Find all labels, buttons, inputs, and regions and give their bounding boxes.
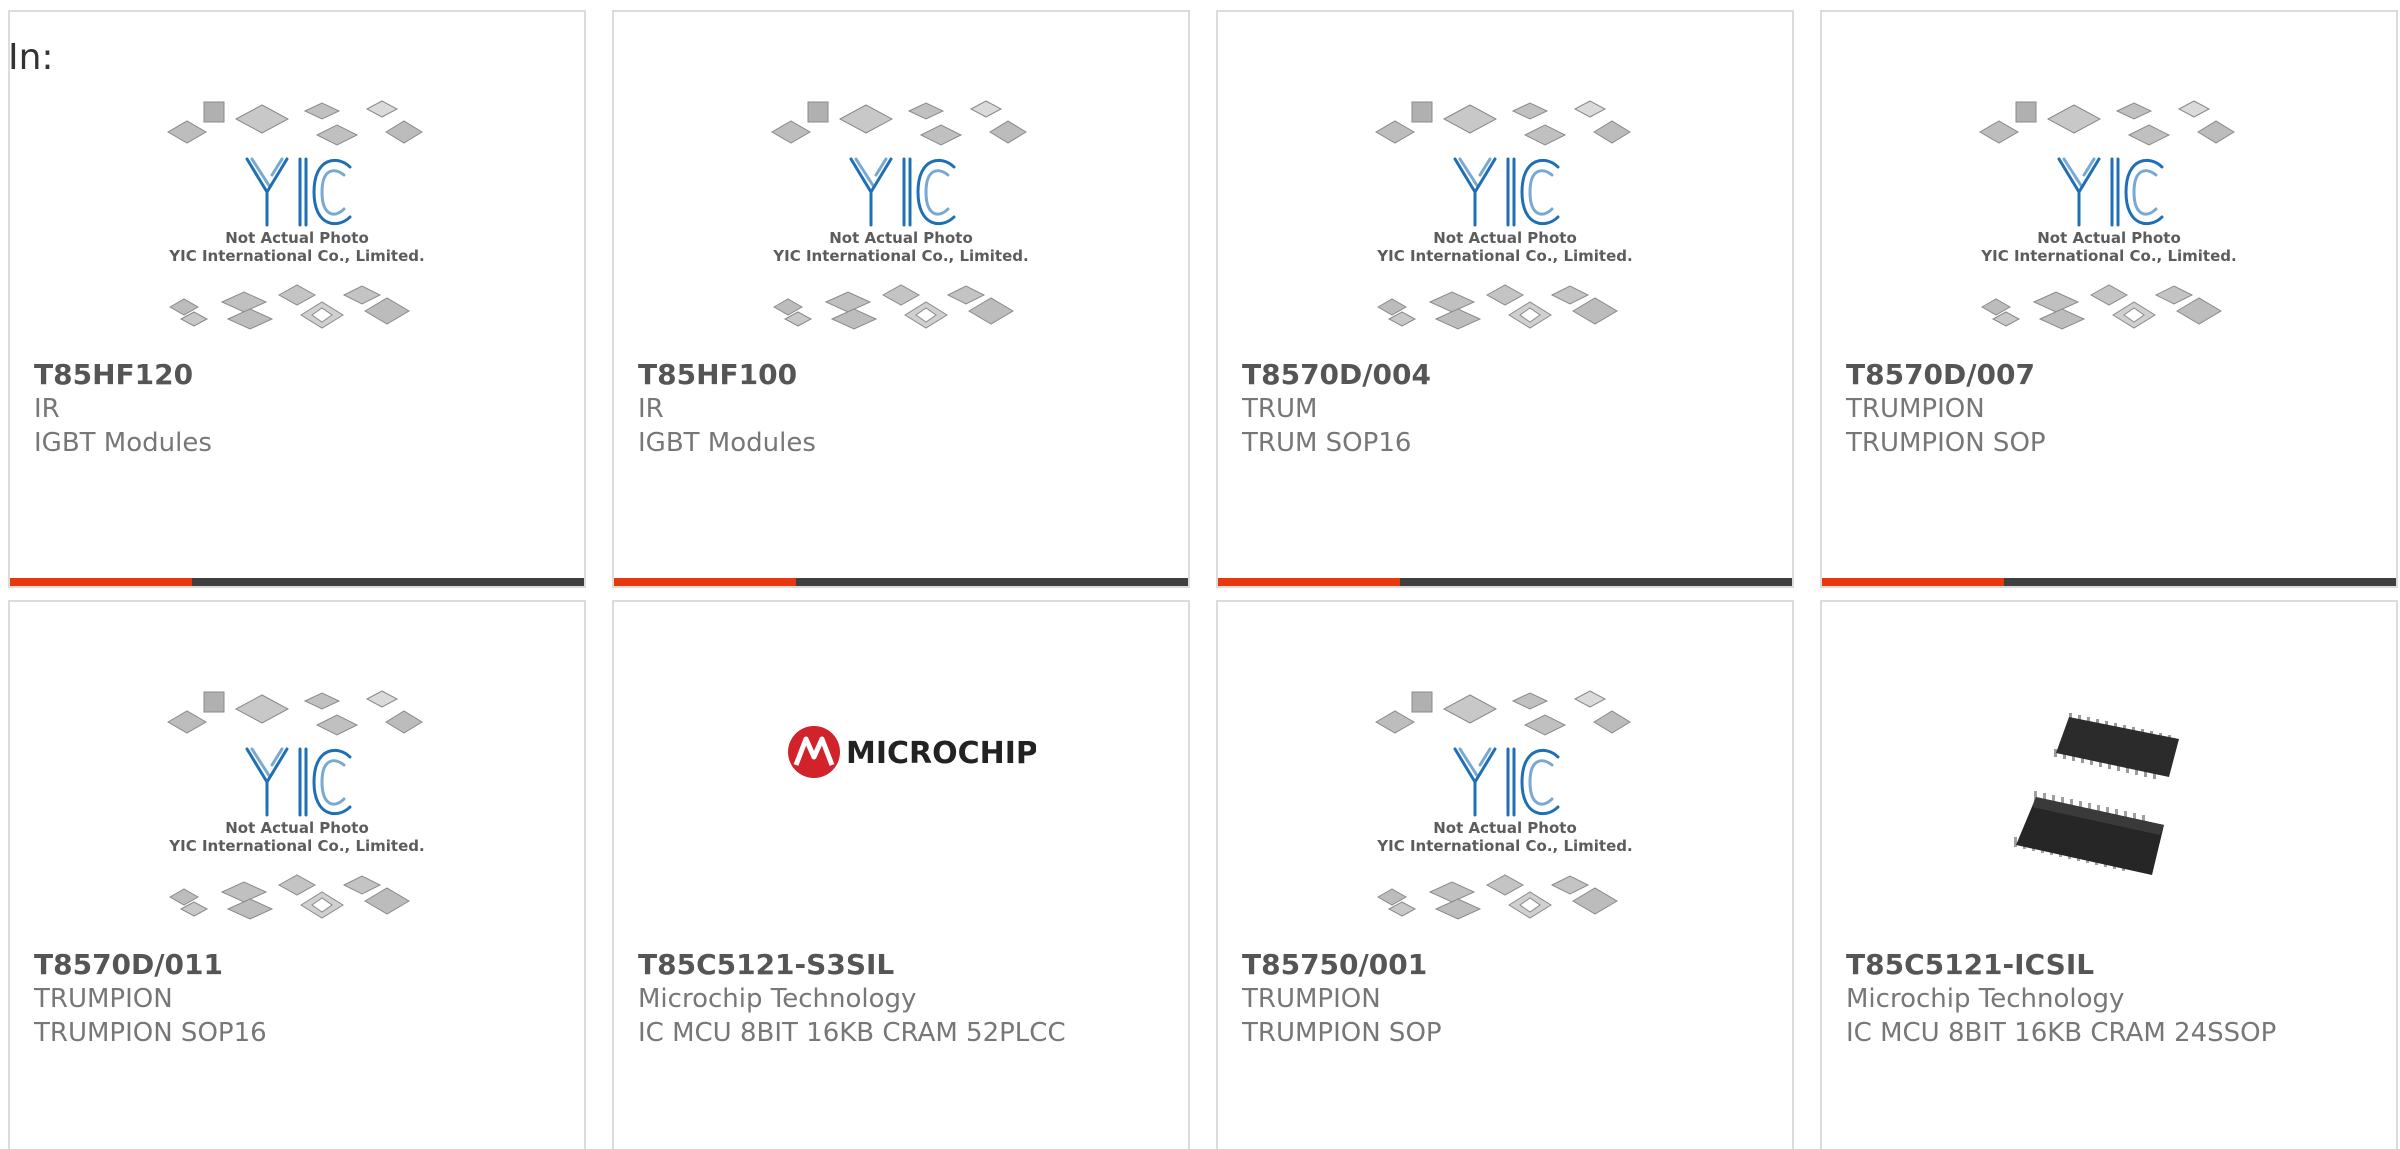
product-description: TRUM SOP16	[1242, 428, 1412, 458]
product-card[interactable]: Not Actual Photo YIC International Co., L…	[1216, 10, 1794, 588]
product-image: Not Actual Photo YIC International Co., L…	[1822, 12, 2396, 352]
brand-name: TRUM	[1242, 394, 1318, 424]
product-card[interactable]: Not Actual Photo YIC International Co., L…	[612, 10, 1190, 588]
yic-placeholder-image: Not Actual PhotoYIC International Co., L…	[771, 100, 1029, 330]
product-image: MICROCHIP	[614, 602, 1188, 942]
yic-placeholder-image: Not Actual PhotoYIC International Co., L…	[1375, 100, 1633, 330]
part-number[interactable]: T8570D/011	[34, 948, 574, 982]
product-card[interactable]: Not Actual Photo YIC International Co., L…	[8, 10, 586, 588]
product-description: TRUMPION SOP	[1846, 428, 2046, 458]
product-image: Not Actual Photo YIC International Co., L…	[1218, 602, 1792, 942]
product-image	[1822, 602, 2396, 942]
card-progress-bar	[10, 578, 584, 586]
brand-name: Microchip Technology	[1846, 984, 2125, 1014]
part-number[interactable]: T85HF120	[34, 358, 574, 392]
placeholder-caption: Not Actual Photo	[2037, 229, 2181, 247]
brand-name: IR	[638, 394, 664, 424]
placeholder-company: YIC International Co., Limited.	[168, 247, 424, 265]
part-number[interactable]: T85750/001	[1242, 948, 1782, 982]
yic-placeholder-image: Not Actual PhotoYIC International Co., L…	[1375, 690, 1633, 920]
card-progress-bar	[1822, 578, 2396, 586]
product-image: Not Actual Photo YIC International Co., L…	[614, 12, 1188, 352]
product-image: Not Actual Photo YIC International Co., L…	[10, 602, 584, 942]
part-number[interactable]: T85HF100	[638, 358, 1178, 392]
placeholder-company: YIC International Co., Limited.	[1376, 837, 1632, 855]
product-description: TRUMPION SOP	[1242, 1018, 1442, 1048]
product-description: IC MCU 8BIT 16KB CRAM 24SSOP	[1846, 1018, 2277, 1048]
part-number[interactable]: T8570D/007	[1846, 358, 2386, 392]
yic-placeholder-image: Not Actual PhotoYIC International Co., L…	[167, 690, 425, 920]
microchip-logo-image: MICROCHIP	[788, 726, 1036, 778]
product-description: TRUMPION SOP16	[34, 1018, 267, 1048]
placeholder-caption: Not Actual Photo	[829, 229, 973, 247]
placeholder-caption: Not Actual Photo	[225, 229, 369, 247]
card-progress-accent	[1218, 578, 1400, 586]
product-description: IGBT Modules	[34, 428, 212, 458]
product-card[interactable]: MICROCHIP T85C5121-S3SIL Microchip Techn…	[612, 600, 1190, 1149]
placeholder-company: YIC International Co., Limited.	[168, 837, 424, 855]
placeholder-company: YIC International Co., Limited.	[1980, 247, 2236, 265]
product-card[interactable]: Not Actual Photo YIC International Co., L…	[1216, 600, 1794, 1149]
ssop-chip-image	[2014, 713, 2179, 875]
brand-name: TRUMPION	[1846, 394, 1985, 424]
product-card[interactable]: Not Actual Photo YIC International Co., L…	[8, 600, 586, 1149]
placeholder-company: YIC International Co., Limited.	[772, 247, 1028, 265]
yic-placeholder-image: Not Actual PhotoYIC International Co., L…	[167, 100, 425, 330]
card-progress-accent	[10, 578, 192, 586]
microchip-wordmark: MICROCHIP	[846, 736, 1036, 771]
brand-name: Microchip Technology	[638, 984, 917, 1014]
filter-label: In:	[8, 37, 54, 78]
part-number[interactable]: T85C5121-S3SIL	[638, 948, 1178, 982]
yic-placeholder-image: Not Actual PhotoYIC International Co., L…	[1979, 100, 2237, 330]
product-card[interactable]: Not Actual Photo YIC International Co., L…	[1820, 10, 2398, 588]
product-card[interactable]: T85C5121-ICSIL Microchip Technology IC M…	[1820, 600, 2398, 1149]
product-grid-page: In: Not Actual Photo YIC International Co…	[0, 0, 2400, 1149]
part-number[interactable]: T85C5121-ICSIL	[1846, 948, 2386, 982]
placeholder-caption: Not Actual Photo	[1433, 229, 1577, 247]
card-progress-accent	[1822, 578, 2004, 586]
product-description: IGBT Modules	[638, 428, 816, 458]
brand-name: TRUMPION	[34, 984, 173, 1014]
part-number[interactable]: T8570D/004	[1242, 358, 1782, 392]
card-progress-accent	[614, 578, 796, 586]
placeholder-caption: Not Actual Photo	[1433, 819, 1577, 837]
product-description: IC MCU 8BIT 16KB CRAM 52PLCC	[638, 1018, 1066, 1048]
placeholder-company: YIC International Co., Limited.	[1376, 247, 1632, 265]
placeholder-caption: Not Actual Photo	[225, 819, 369, 837]
brand-name: IR	[34, 394, 60, 424]
card-progress-bar	[1218, 578, 1792, 586]
brand-name: TRUMPION	[1242, 984, 1381, 1014]
product-image: Not Actual Photo YIC International Co., L…	[1218, 12, 1792, 352]
card-progress-bar	[614, 578, 1188, 586]
product-image: Not Actual Photo YIC International Co., L…	[10, 12, 584, 352]
